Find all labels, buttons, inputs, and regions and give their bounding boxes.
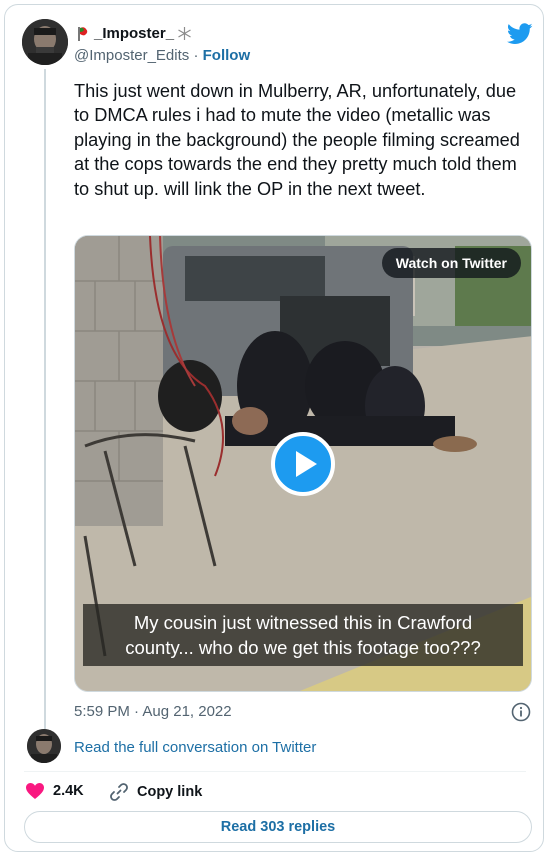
twitter-bird-icon[interactable] (507, 23, 533, 45)
video-caption: My cousin just witnessed this in Crawfor… (83, 604, 523, 666)
author-handle[interactable]: @Imposter_Edits (74, 47, 189, 64)
video-media[interactable]: Watch on Twitter My cousin just witnesse… (74, 235, 532, 692)
handle-row: @Imposter_Edits · Follow (74, 47, 250, 64)
author-display-name[interactable]: _Imposter_ (77, 25, 192, 42)
snowflake-emoji-icon (178, 27, 191, 40)
display-name-text: _Imposter_ (94, 25, 175, 42)
author-avatar[interactable] (22, 19, 68, 65)
separator: · (193, 47, 199, 64)
read-conversation-link[interactable]: Read the full conversation on Twitter (74, 739, 316, 756)
divider (24, 771, 526, 772)
caption-line-1: My cousin just witnessed this in Crawfor… (133, 612, 473, 633)
play-icon (296, 451, 317, 477)
tweet-card: _Imposter_ @Imposter_Edits · Follow This… (4, 4, 544, 852)
caption-line-2: county... who do we get this footage too… (125, 637, 481, 658)
thread-line (44, 69, 46, 729)
tweet-timestamp[interactable]: 5:59 PM · Aug 21, 2022 (74, 703, 232, 720)
info-icon[interactable] (511, 702, 531, 722)
like-count: 2.4K (53, 783, 84, 799)
like-button[interactable]: 2.4K (25, 782, 84, 800)
play-button[interactable] (271, 432, 335, 496)
follow-link[interactable]: Follow (203, 47, 251, 64)
copy-link-button[interactable]: Copy link (109, 782, 202, 802)
heart-icon (26, 783, 44, 799)
flag-emoji-icon (78, 26, 88, 41)
watch-on-twitter-button[interactable]: Watch on Twitter (381, 248, 521, 278)
tweet-text: This just went down in Mulberry, AR, unf… (74, 81, 520, 199)
reply-avatar[interactable] (27, 729, 61, 763)
link-icon (110, 783, 128, 801)
read-replies-button[interactable]: Read 303 replies (24, 811, 532, 843)
copy-link-label: Copy link (137, 784, 203, 800)
